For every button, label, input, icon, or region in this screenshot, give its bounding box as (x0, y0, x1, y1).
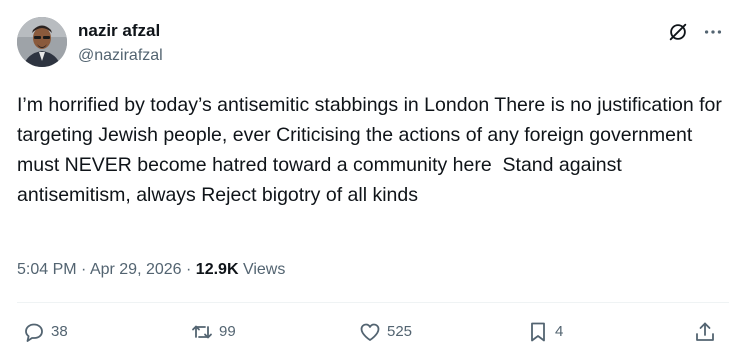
tweet-meta: 5:04 PM · Apr 29, 2026 · 12.9K Views (17, 258, 285, 282)
grok-icon (669, 23, 687, 41)
divider (17, 302, 729, 303)
meta-separator: · (81, 261, 87, 278)
avatar-image (17, 17, 67, 67)
author-display-name[interactable]: nazir afzal (78, 20, 160, 42)
tweet-text: I’m horrified by today’s antisemitic sta… (17, 94, 728, 206)
tweet-date[interactable]: Apr 29, 2026 (90, 261, 182, 278)
views-count: 12.9K (195, 261, 239, 278)
grok-button[interactable] (666, 20, 690, 44)
more-horizontal-icon (704, 30, 722, 34)
bookmark-icon (531, 322, 545, 342)
like-button[interactable]: 525 (358, 318, 412, 346)
share-icon (696, 322, 714, 341)
tweet-time[interactable]: 5:04 PM (17, 261, 77, 278)
tweet-card: nazir afzal @nazirafzal I’m horrified by… (0, 0, 747, 364)
share-button[interactable] (693, 318, 717, 346)
repost-icon (192, 325, 212, 339)
repost-count: 99 (219, 323, 236, 340)
author-handle[interactable]: @nazirafzal (78, 45, 163, 67)
bookmark-button[interactable]: 4 (526, 318, 563, 346)
reply-icon (25, 323, 43, 342)
heart-icon (360, 323, 380, 341)
repost-button[interactable]: 99 (190, 318, 236, 346)
meta-separator: · (186, 261, 192, 278)
reply-button[interactable]: 38 (22, 318, 68, 346)
views-label: Views (242, 261, 286, 278)
like-count: 525 (387, 323, 413, 340)
bookmark-count: 4 (555, 323, 564, 340)
avatar[interactable] (17, 17, 67, 67)
reply-count: 38 (51, 323, 68, 340)
more-button[interactable] (700, 20, 726, 44)
